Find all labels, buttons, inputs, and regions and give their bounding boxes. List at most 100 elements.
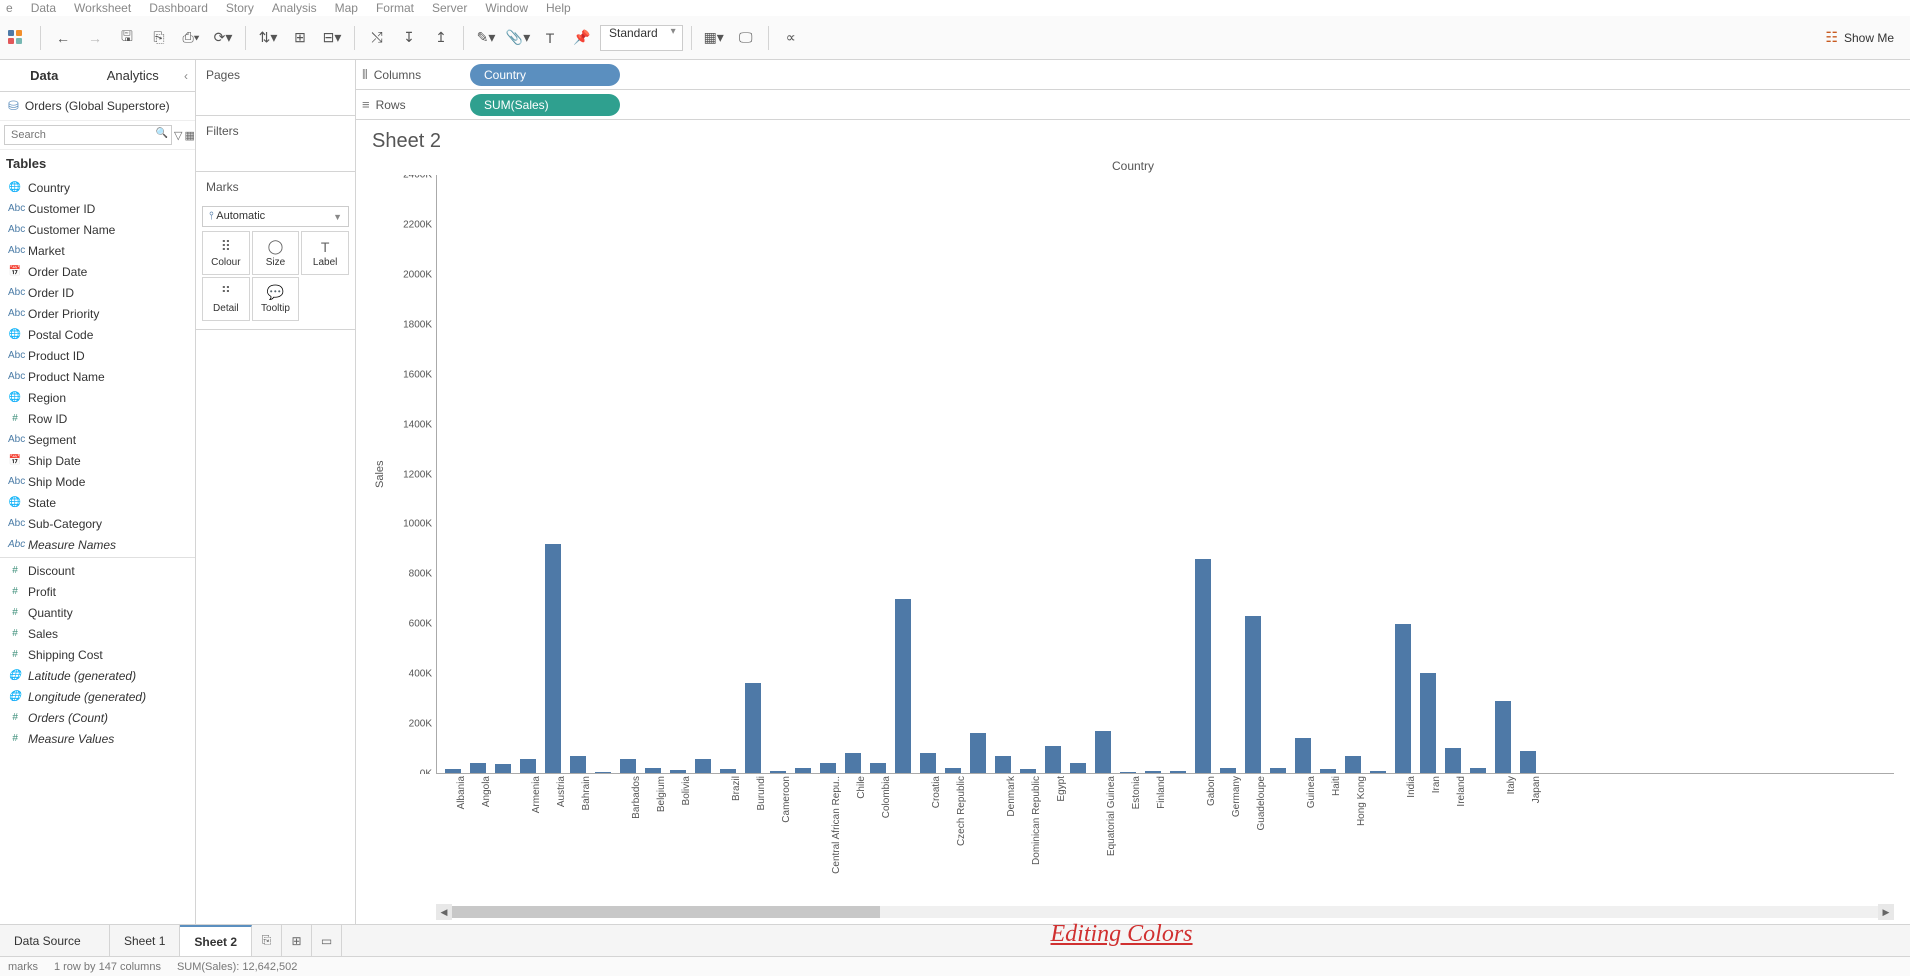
bar[interactable] [1495,701,1511,773]
menu-item-analysis[interactable]: Analysis [272,1,317,15]
bar[interactable] [545,544,561,773]
back-button[interactable]: ← [49,24,77,52]
pin-button[interactable]: 📌 [568,24,596,52]
bar[interactable] [820,763,836,773]
bar[interactable] [670,770,686,773]
menu-item-dashboard[interactable]: Dashboard [149,1,208,15]
menu-item-window[interactable]: Window [485,1,528,15]
field-latitude-generated-[interactable]: 🌐Latitude (generated) [0,665,195,686]
field-sub-category[interactable]: AbcSub-Category [0,513,195,534]
bar[interactable] [1370,771,1386,773]
collapse-sidebar-button[interactable]: ‹ [177,60,195,91]
field-order-date[interactable]: 📅Order Date [0,261,195,282]
marks-tooltip-button[interactable]: 💬Tooltip [252,277,300,321]
highlight-button[interactable]: ✎▾ [472,24,500,52]
bar[interactable] [970,733,986,773]
field-country[interactable]: 🌐Country [0,177,195,198]
menu-item-format[interactable]: Format [376,1,414,15]
forward-button[interactable]: → [81,24,109,52]
field-orders-count-[interactable]: #Orders (Count) [0,707,195,728]
tab-data[interactable]: Data [0,60,89,91]
filters-card[interactable]: Filters [196,116,355,172]
bar[interactable] [1345,756,1361,773]
sort-asc-button[interactable]: ↧ [395,24,423,52]
field-quantity[interactable]: #Quantity [0,602,195,623]
pages-card[interactable]: Pages [196,60,355,116]
field-measure-names[interactable]: AbcMeasure Names [0,534,195,555]
bar[interactable] [1220,768,1236,773]
view-cards-button[interactable]: ▦▾ [700,24,728,52]
field-region[interactable]: 🌐Region [0,387,195,408]
chart-plot[interactable] [436,175,1894,774]
field-longitude-generated-[interactable]: 🌐Longitude (generated) [0,686,195,707]
marks-label-button[interactable]: TLabel [301,231,349,275]
new-sheet-button[interactable]: ⎘ [252,925,282,956]
field-ship-date[interactable]: 📅Ship Date [0,450,195,471]
bar[interactable] [770,771,786,773]
bar[interactable] [1120,772,1136,773]
save-button[interactable]: 🖫 [113,24,141,52]
bar[interactable] [595,772,611,773]
bar[interactable] [1245,616,1261,773]
view-fields-button[interactable]: ▦ [184,126,194,144]
bar[interactable] [520,759,536,773]
field-ship-mode[interactable]: AbcShip Mode [0,471,195,492]
field-row-id[interactable]: #Row ID [0,408,195,429]
menu-item-story[interactable]: Story [226,1,254,15]
scroll-left-button[interactable]: ◀ [436,904,452,920]
fit-select[interactable]: Standard [600,25,683,51]
new-worksheet-button[interactable]: ⎙▾ [177,24,205,52]
field-shipping-cost[interactable]: #Shipping Cost [0,644,195,665]
field-postal-code[interactable]: 🌐Postal Code [0,324,195,345]
bar[interactable] [570,756,586,773]
marks-detail-button[interactable]: ⠛Detail [202,277,250,321]
menu-item-worksheet[interactable]: Worksheet [74,1,131,15]
bar[interactable] [1170,771,1186,773]
refresh-button[interactable]: ⟳▾ [209,24,237,52]
bar[interactable] [1095,731,1111,773]
bar[interactable] [745,683,761,773]
field-order-priority[interactable]: AbcOrder Priority [0,303,195,324]
show-me-button[interactable]: ☷ Show Me [1825,29,1904,46]
rows-shelf[interactable]: ≡Rows SUM(Sales) [356,90,1910,120]
field-measure-values[interactable]: #Measure Values [0,728,195,749]
bar[interactable] [895,599,911,773]
new-dashboard-button[interactable]: ⊞ [282,925,312,956]
rows-pill-sales[interactable]: SUM(Sales) [470,94,620,116]
bar[interactable] [1395,624,1411,774]
field-customer-id[interactable]: AbcCustomer ID [0,198,195,219]
menu-item-help[interactable]: Help [546,1,571,15]
bar[interactable] [1195,559,1211,773]
bar[interactable] [1320,769,1336,773]
presentation-button[interactable]: 🖵 [732,24,760,52]
field-order-id[interactable]: AbcOrder ID [0,282,195,303]
share-button[interactable]: ∝ [777,24,805,52]
bar[interactable] [945,768,961,773]
bar[interactable] [995,756,1011,773]
bar[interactable] [1295,738,1311,773]
new-data-button[interactable]: ⎘ [145,24,173,52]
tab-analytics[interactable]: Analytics [89,60,178,91]
data-source-item[interactable]: ⛁ Orders (Global Superstore) [0,92,195,121]
bar[interactable] [1070,763,1086,773]
bar[interactable] [870,763,886,773]
field-product-id[interactable]: AbcProduct ID [0,345,195,366]
menu-item-e[interactable]: e [6,1,13,15]
bar[interactable] [1420,673,1436,773]
bar[interactable] [620,759,636,773]
tab-data-source[interactable]: Data Source [0,925,110,956]
bar[interactable] [445,769,461,773]
filter-fields-button[interactable]: ▽ [174,126,182,144]
attach-button[interactable]: 📎▾ [504,24,532,52]
bar[interactable] [795,768,811,773]
columns-shelf[interactable]: ⦀Columns Country [356,60,1910,90]
bar[interactable] [845,753,861,773]
field-discount[interactable]: #Discount [0,560,195,581]
new-story-button[interactable]: ▭ [312,925,342,956]
bar[interactable] [695,759,711,773]
scroll-thumb[interactable] [452,906,880,918]
menu-item-data[interactable]: Data [31,1,56,15]
swap-button[interactable]: ⇅▾ [254,24,282,52]
field-product-name[interactable]: AbcProduct Name [0,366,195,387]
chart-h-scrollbar[interactable]: ◀ ▶ [436,904,1894,920]
